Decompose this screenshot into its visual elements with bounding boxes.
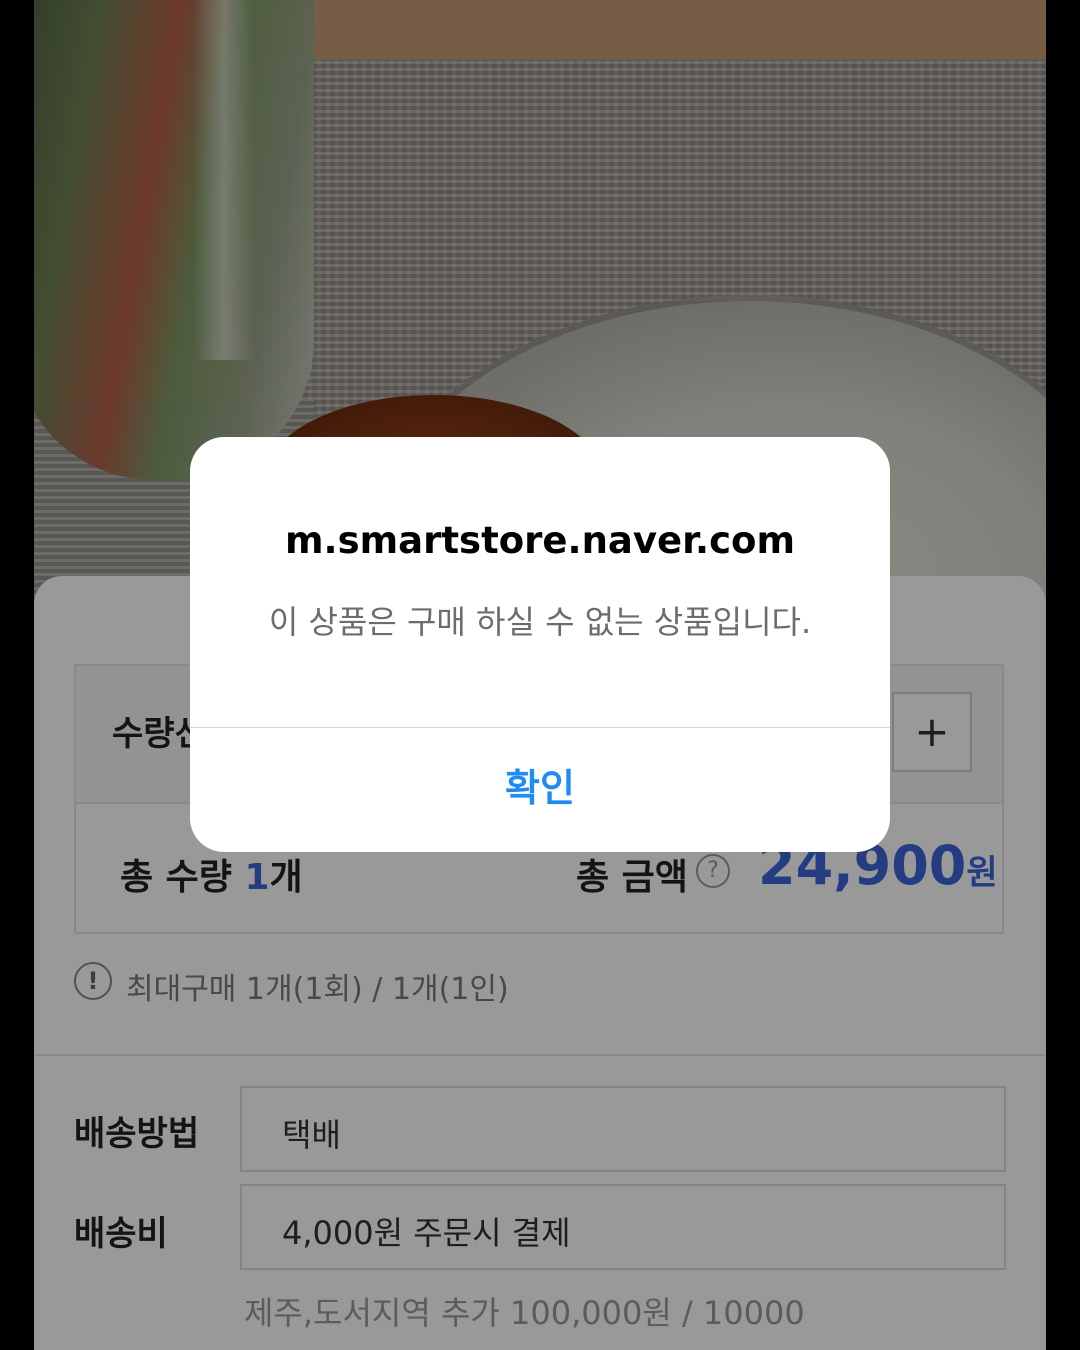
- alert-dialog: m.smartstore.naver.com 이 상품은 구매 하실 수 없는 …: [190, 437, 890, 852]
- alert-message: 이 상품은 구매 하실 수 없는 상품입니다.: [268, 603, 812, 641]
- alert-title: m.smartstore.naver.com: [284, 519, 796, 562]
- confirm-button[interactable]: 확인: [190, 728, 890, 852]
